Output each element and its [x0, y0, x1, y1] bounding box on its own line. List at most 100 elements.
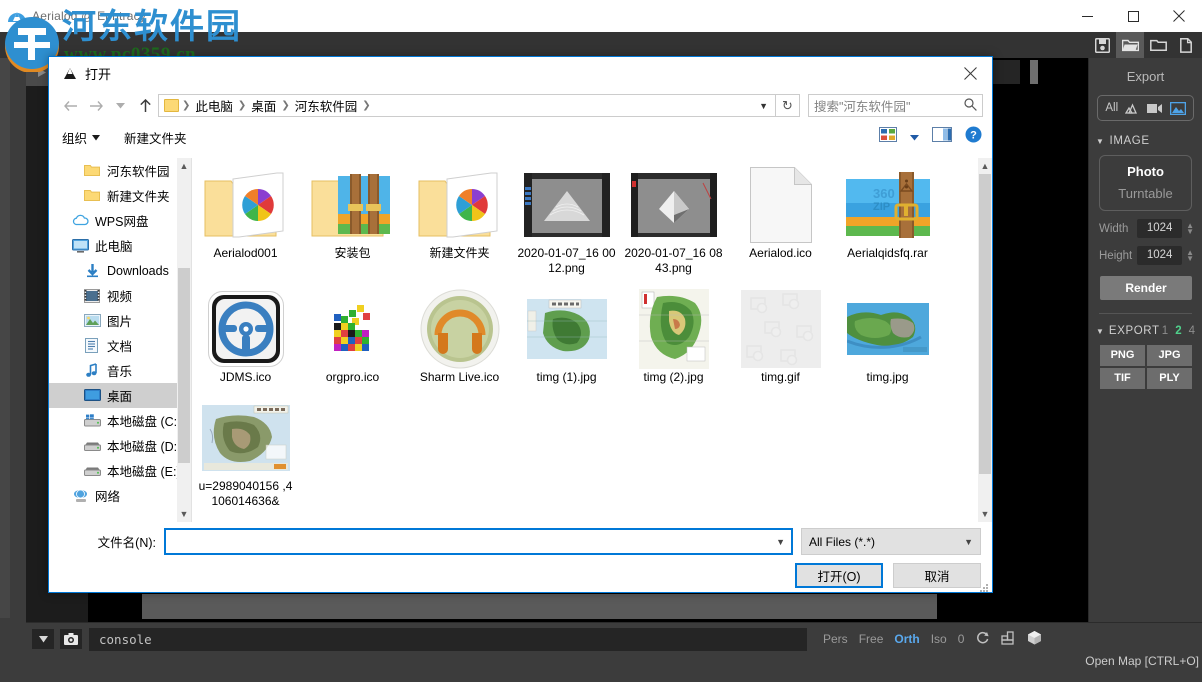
filename-dropdown-icon[interactable]: ▼ — [776, 537, 785, 547]
cube-icon[interactable] — [1027, 630, 1042, 648]
export-scale-options[interactable]: 1 2 4 — [1162, 325, 1195, 337]
tree-scroll-thumb[interactable] — [178, 268, 190, 463]
maximize-button[interactable] — [1110, 0, 1156, 32]
export-format-ply[interactable]: PLY — [1147, 368, 1192, 389]
tree-item-0[interactable]: 河东软件园 — [49, 158, 191, 183]
back-button[interactable] — [58, 93, 83, 118]
rotate-icon[interactable] — [975, 630, 990, 648]
grid-icon[interactable] — [1001, 631, 1016, 648]
file-item[interactable]: Aerialod.ico — [727, 164, 834, 276]
view-mode-icon[interactable] — [879, 127, 897, 147]
tree-item-8[interactable]: 音乐 — [49, 358, 191, 383]
new-folder-button[interactable]: 新建文件夹 — [124, 128, 187, 147]
dialog-titlebar[interactable]: 打开 — [49, 57, 992, 90]
tree-item-9[interactable]: 桌面 — [49, 383, 191, 408]
up-button[interactable] — [133, 93, 158, 118]
cancel-button[interactable]: 取消 — [893, 563, 981, 588]
scale-4[interactable]: 4 — [1189, 325, 1195, 337]
console-dropdown-icon[interactable] — [32, 629, 54, 649]
tree-item-3[interactable]: 此电脑 — [49, 233, 191, 258]
file-item[interactable]: timg (1).jpg — [513, 288, 620, 385]
seg-all-label[interactable]: All — [1105, 102, 1118, 114]
filetype-dropdown-icon[interactable]: ▼ — [964, 537, 973, 547]
tree-item-1[interactable]: 新建文件夹 — [49, 183, 191, 208]
tree-item-7[interactable]: 文档 — [49, 333, 191, 358]
scale-1[interactable]: 1 — [1162, 325, 1168, 337]
scroll-down-icon[interactable]: ▼ — [978, 506, 992, 522]
open-button[interactable]: 打开(O) — [795, 563, 883, 588]
tree-item-5[interactable]: 视频 — [49, 283, 191, 308]
file-item[interactable]: 安装包 — [299, 164, 406, 276]
file-item[interactable]: orgpro.ico — [299, 288, 406, 385]
refresh-icon[interactable]: ↻ — [776, 94, 800, 117]
image-mode-selector[interactable]: Photo Turntable — [1099, 155, 1192, 211]
filetype-select[interactable]: All Files (*.*) ▼ — [801, 528, 981, 555]
camera-mode-orth[interactable]: Orth — [894, 632, 919, 646]
file-item[interactable]: 2020-01-07_16 0012.png — [513, 164, 620, 276]
tree-item-4[interactable]: Downloads — [49, 258, 191, 283]
breadcrumb[interactable]: ❯ 此电脑 ❯ 桌面 ❯ 河东软件园 ❯ ▼ — [158, 94, 776, 117]
height-stepper[interactable]: ▲▼ — [1186, 250, 1194, 262]
file-item[interactable]: timg (2).jpg — [620, 288, 727, 385]
image-icon[interactable] — [1170, 102, 1186, 115]
tree-item-6[interactable]: 图片 — [49, 308, 191, 333]
tree-scrollbar[interactable]: ▲ ▼ — [177, 158, 191, 522]
width-stepper[interactable]: ▲▼ — [1186, 223, 1194, 235]
recent-locations-button[interactable] — [108, 93, 133, 118]
breadcrumb-dropdown-icon[interactable]: ▼ — [752, 101, 775, 111]
file-list-pane[interactable]: Aerialod001安装包新建文件夹2020-01-07_16 0012.pn… — [191, 158, 992, 522]
mode-turntable[interactable]: Turntable — [1100, 186, 1191, 201]
file-item[interactable]: JDMS.ico — [192, 288, 299, 385]
open-folder-icon[interactable] — [1116, 32, 1144, 58]
image-section-header[interactable]: ▼ IMAGE — [1096, 135, 1202, 147]
folder-icon[interactable] — [1144, 32, 1172, 58]
camera-mode-free[interactable]: Free — [859, 632, 884, 646]
minimize-button[interactable] — [1064, 0, 1110, 32]
tree-item-2[interactable]: WPS网盘 — [49, 208, 191, 233]
file-item[interactable]: 新建文件夹 — [406, 164, 513, 276]
camera-mode-pers[interactable]: Pers — [823, 632, 848, 646]
render-button[interactable]: Render — [1100, 276, 1192, 300]
tree-item-10[interactable]: 本地磁盘 (C:) — [49, 408, 191, 433]
view-mode-dropdown-icon[interactable] — [910, 128, 919, 146]
preview-pane-icon[interactable] — [932, 127, 952, 147]
filename-input[interactable]: ▼ — [164, 528, 793, 555]
resize-grip[interactable] — [979, 580, 989, 590]
mode-photo[interactable]: Photo — [1100, 164, 1191, 179]
export-format-tif[interactable]: TIF — [1100, 368, 1145, 389]
terrain-icon[interactable] — [1125, 102, 1140, 114]
file-item[interactable]: Sharm Live.ico — [406, 288, 513, 385]
dialog-close-icon[interactable] — [948, 57, 992, 90]
file-scrollbar[interactable]: ▲ ▼ — [978, 158, 992, 522]
file-item[interactable]: 360ZIPAerialqidsfq.rar — [834, 164, 941, 276]
file-item[interactable]: u=2989040156 ,4106014636& — [192, 397, 299, 509]
breadcrumb-item-2[interactable]: 河东软件园 — [290, 96, 363, 115]
breadcrumb-item-0[interactable]: 此电脑 — [190, 96, 238, 115]
height-input[interactable]: 1024 — [1137, 246, 1182, 265]
console-input[interactable]: console — [89, 628, 807, 651]
help-icon[interactable]: ? — [965, 126, 982, 148]
forward-button[interactable] — [83, 93, 108, 118]
scale-2[interactable]: 2 — [1175, 325, 1181, 337]
export-type-segmented-control[interactable]: All — [1097, 95, 1194, 121]
file-item[interactable]: timg.gif — [727, 288, 834, 385]
save-icon[interactable] — [1088, 32, 1116, 58]
scroll-down-icon[interactable]: ▼ — [177, 506, 191, 522]
search-input[interactable]: 搜索"河东软件园" — [808, 94, 983, 117]
breadcrumb-item-1[interactable]: 桌面 — [246, 96, 281, 115]
camera-icon[interactable] — [60, 629, 82, 649]
tree-item-12[interactable]: 本地磁盘 (E:) — [49, 458, 191, 483]
close-button[interactable] — [1156, 0, 1202, 32]
export-format-jpg[interactable]: JPG — [1147, 345, 1192, 366]
scroll-up-icon[interactable]: ▲ — [177, 158, 191, 174]
camera-angle-value[interactable]: 0 — [958, 632, 965, 646]
export-section-header[interactable]: ▼ EXPORT 1 2 4 — [1096, 325, 1195, 337]
video-camera-icon[interactable] — [1147, 103, 1163, 114]
export-format-png[interactable]: PNG — [1100, 345, 1145, 366]
tree-item-13[interactable]: 网络 — [49, 483, 191, 508]
scroll-up-icon[interactable]: ▲ — [978, 158, 992, 174]
file-item[interactable]: 2020-01-07_16 0843.png — [620, 164, 727, 276]
file-item[interactable]: Aerialod001 — [192, 164, 299, 276]
file-scroll-thumb[interactable] — [979, 174, 991, 474]
camera-mode-iso[interactable]: Iso — [931, 632, 947, 646]
